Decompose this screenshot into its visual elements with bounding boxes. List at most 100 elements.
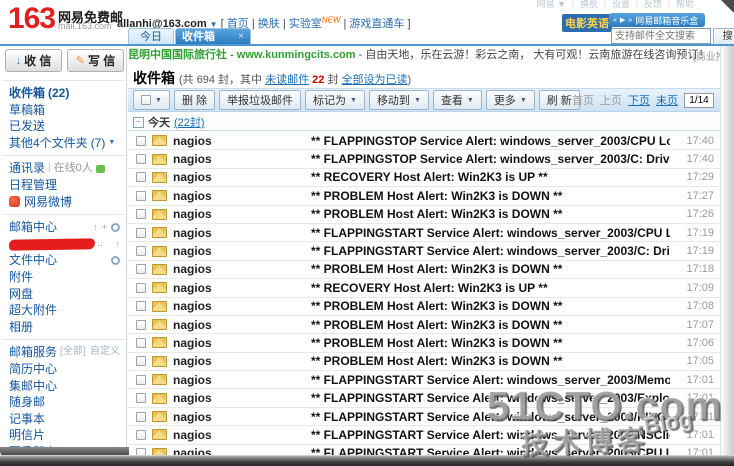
prev-page-link[interactable]: 上页 — [600, 92, 622, 108]
music-box-label[interactable]: 网易邮箱音乐盒 ▾ — [635, 14, 701, 27]
music-play-icon[interactable]: ▶ — [620, 16, 625, 24]
gear-icon[interactable] — [111, 256, 120, 266]
table-row[interactable]: nagios ** PROBLEM Host Alert: Win2K3 is D… — [128, 352, 720, 372]
chevron-down-icon: ▼ — [155, 96, 162, 104]
ad-url[interactable]: www.kunmingcits.com — [237, 49, 356, 61]
mark-as-dropdown[interactable]: 标记为 ▼ — [305, 90, 365, 110]
ad-banner[interactable]: 昆明中国国际旅行社 - www.kunmingcits.com - 自由天地，乐… — [128, 46, 720, 64]
music-prev-icon[interactable]: « — [613, 17, 617, 24]
table-row[interactable]: nagios ** FLAPPINGSTART Service Alert: wi… — [128, 407, 720, 427]
sidebar-folder-item[interactable]: 已发送 — [0, 118, 127, 135]
table-row[interactable]: nagios ** PROBLEM Host Alert: Win2K3 is D… — [128, 334, 720, 353]
compose-mail-button[interactable]: ✎ 写 信 — [67, 49, 124, 72]
row-checkbox[interactable] — [136, 319, 146, 330]
table-row[interactable]: nagios ** PROBLEM Host Alert: Win2K3 is D… — [128, 297, 720, 316]
sidebar-redacted-item[interactable]: .. ↑ — [0, 236, 127, 253]
first-page-link[interactable]: 首页 — [572, 92, 594, 108]
sidebar-folder-item[interactable]: 草稿箱 — [0, 102, 127, 119]
report-spam-button[interactable]: 举报垃圾邮件 — [219, 90, 301, 110]
sidebar-service-item[interactable]: 随身邮 — [0, 394, 127, 411]
contact-up-icon[interactable]: ↑ — [93, 219, 98, 236]
row-checkbox[interactable] — [136, 282, 146, 293]
next-page-link[interactable]: 下页 — [628, 92, 650, 108]
row-checkbox[interactable] — [136, 337, 146, 348]
table-row[interactable]: nagios ** PROBLEM Host Alert: Win2K3 is D… — [128, 205, 720, 224]
music-next-icon[interactable]: » — [628, 17, 632, 24]
sidebar-center-item[interactable]: 网盘 — [0, 286, 127, 303]
row-checkbox[interactable] — [136, 135, 146, 146]
page-number-input[interactable] — [684, 92, 714, 108]
table-row[interactable]: nagios ** PROBLEM Host Alert: Win2K3 is D… — [128, 260, 720, 280]
row-checkbox[interactable] — [136, 209, 146, 220]
select-all-checkbox[interactable] — [141, 95, 151, 105]
table-row[interactable]: nagios ** FLAPPINGSTOP Service Alert: win… — [128, 150, 720, 169]
sidebar-service-item[interactable]: 集邮中心 — [0, 378, 127, 395]
unread-count: 22 — [309, 74, 328, 86]
tab-close-icon[interactable]: × — [238, 29, 244, 45]
row-checkbox[interactable] — [136, 301, 146, 312]
row-checkbox[interactable] — [136, 429, 146, 440]
row-checkbox[interactable] — [136, 356, 146, 367]
row-checkbox[interactable] — [136, 393, 146, 404]
sidebar-folder-item[interactable]: 收件箱 (22) — [0, 85, 127, 102]
delete-button[interactable]: 删 除 — [173, 90, 215, 110]
sidebar-tool-item[interactable]: 网易微博 — [0, 194, 127, 211]
sidebar-tool-item[interactable]: 日程管理 — [0, 177, 127, 194]
sidebar-center-item[interactable]: 超大附件 — [0, 302, 127, 319]
table-row[interactable]: nagios ** PROBLEM Host Alert: Win2K3 is D… — [128, 187, 720, 206]
tab-inbox[interactable]: 收件箱 × — [175, 28, 251, 44]
sidebar-center-item[interactable]: 相册 — [0, 319, 127, 336]
search-input[interactable] — [611, 28, 711, 44]
row-checkbox[interactable] — [136, 190, 146, 201]
table-row[interactable]: nagios ** RECOVERY Host Alert: Win2K3 is … — [128, 279, 720, 298]
sidebar-service-item[interactable]: 明信片 — [0, 427, 127, 444]
movie-english-link[interactable]: 电影英语 — [562, 14, 612, 32]
row-checkbox[interactable] — [136, 264, 146, 275]
nav-link-2[interactable]: 换肤 — [258, 18, 280, 30]
customize-link[interactable]: 自定义 — [90, 344, 120, 361]
row-checkbox[interactable] — [136, 172, 146, 183]
sidebar-folder-item[interactable]: 其他4个文件夹 (7) ▼ — [0, 135, 127, 152]
more-dropdown[interactable]: 更多 ▼ — [485, 90, 535, 110]
row-checkbox[interactable] — [136, 154, 146, 165]
tab-today[interactable]: 今日 — [128, 28, 174, 45]
group-count-link[interactable]: (22封) — [174, 114, 205, 130]
table-row[interactable]: nagios ** FLAPPINGSTOP Service Alert: win… — [128, 132, 720, 151]
sidebar-center-item[interactable]: 附件 — [0, 269, 127, 286]
sidebar-service-item[interactable]: 记事本 — [0, 411, 127, 428]
sidebar-center-item[interactable]: 邮箱中心 ↑ + — [0, 219, 127, 236]
unread-link[interactable]: 未读邮件 — [265, 74, 309, 86]
nav-link-4[interactable]: 游戏直通车 — [349, 18, 404, 30]
row-checkbox[interactable] — [136, 227, 146, 238]
last-page-link[interactable]: 末页 — [656, 92, 678, 108]
row-checkbox[interactable] — [136, 411, 146, 422]
sidebar-service-item[interactable]: 简历中心 — [0, 361, 127, 378]
row-checkbox[interactable] — [136, 374, 146, 385]
vertical-scrollbar[interactable] — [720, 46, 734, 456]
table-row[interactable]: nagios ** FLAPPINGSTART Service Alert: wi… — [128, 223, 720, 243]
ad-advertiser[interactable]: 昆明中国国际旅行社 — [128, 49, 227, 61]
table-row[interactable]: nagios ** FLAPPINGSTART Service Alert: wi… — [128, 242, 720, 261]
sidebar-item-services[interactable]: 邮箱服务 [全部] 自定义 — [0, 344, 127, 361]
view-dropdown[interactable]: 查看 ▼ — [432, 90, 482, 110]
table-row[interactable]: nagios ** PROBLEM Host Alert: Win2K3 is D… — [128, 315, 720, 335]
plus-icon[interactable]: + — [102, 219, 107, 236]
table-row[interactable]: nagios ** FLAPPINGSTART Service Alert: wi… — [128, 426, 720, 445]
upload-icon[interactable]: ↑ — [116, 236, 121, 253]
music-box-bar[interactable]: « ▶ » 网易邮箱音乐盒 ▾ — [609, 13, 705, 27]
sidebar-center-item[interactable]: 文件中心 — [0, 252, 127, 269]
collapse-icon[interactable]: − — [133, 116, 144, 128]
mark-all-read-link[interactable]: 全部设为已读 — [342, 74, 408, 86]
table-row[interactable]: nagios ** FLAPPINGSTART Service Alert: wi… — [128, 389, 720, 408]
row-checkbox[interactable] — [136, 246, 146, 257]
table-row[interactable]: nagios ** FLAPPINGSTART Service Alert: wi… — [128, 371, 720, 390]
sidebar-tool-item[interactable]: 通讯录 | 在线0人 — [0, 160, 127, 177]
gear-icon[interactable] — [111, 222, 120, 232]
table-row[interactable]: nagios ** RECOVERY Host Alert: Win2K3 is … — [128, 168, 720, 188]
receive-mail-button[interactable]: ↓ 收 信 — [5, 49, 62, 72]
move-to-dropdown[interactable]: 移动到 ▼ — [368, 90, 429, 110]
nav-link-3[interactable]: 实验室NEW — [289, 15, 341, 30]
logo-domain: mail.163.com — [58, 21, 112, 31]
corner-peel-icon[interactable] — [721, 0, 734, 13]
select-all-dropdown[interactable]: ▼ — [133, 90, 170, 110]
